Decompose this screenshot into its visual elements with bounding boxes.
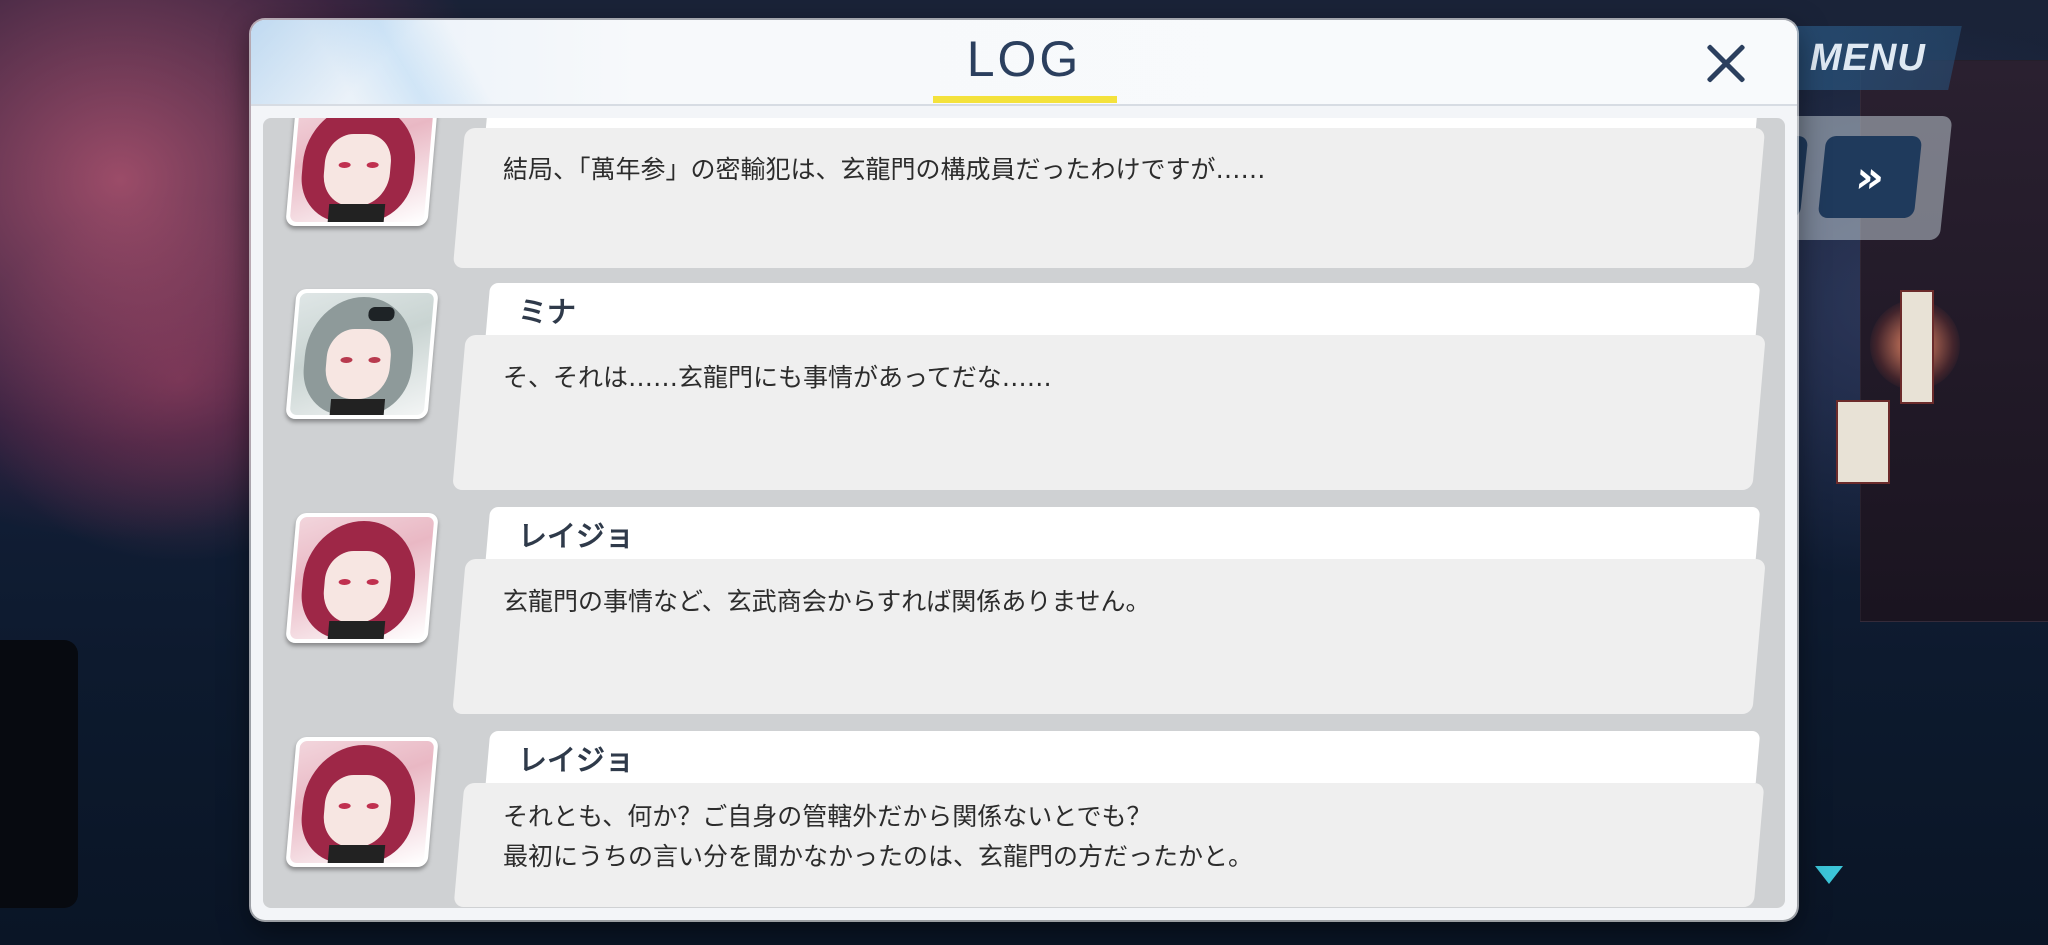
log-entry: レイジョ それとも、何か？ご自身の管轄外だから関係ないとでも？ 最初にうちの言い… — [263, 731, 1785, 908]
character-portrait — [285, 118, 439, 226]
dialogue-line: それとも、何か？ご自身の管轄外だから関係ないとでも？ — [503, 802, 1152, 831]
speaker-name-box — [485, 731, 1761, 783]
mina-portrait-image — [289, 293, 435, 415]
reijo-portrait-image — [289, 517, 435, 639]
speaker-name: レイジョ — [518, 519, 635, 553]
fast-forward-button[interactable]: » — [1817, 136, 1923, 218]
speaker-name: レイジョ — [518, 743, 635, 777]
portrait-collar — [327, 845, 386, 863]
log-dialog: LOG 結局、「萬年参」の密輸犯は、玄龍門の構成員だったわけですが…… ミナ そ… — [251, 20, 1797, 920]
portrait-collar — [327, 621, 386, 639]
log-dialog-header: LOG — [251, 20, 1797, 106]
scroll-down-indicator-icon — [1815, 866, 1843, 884]
background-signboard — [1900, 290, 1934, 404]
dialogue-line: 最初にうちの言い分を聞かなかったのは、玄龍門の方だったかと。 — [503, 842, 1254, 871]
speaker-name-box — [485, 283, 1761, 335]
log-entry: ミナ そ、それは……玄龍門にも事情があってだな…… — [263, 283, 1785, 503]
speaker-name: ミナ — [518, 295, 577, 329]
background-signboard — [1836, 400, 1890, 484]
close-icon[interactable] — [1695, 34, 1755, 94]
menu-button[interactable]: MENU — [1773, 26, 1962, 90]
dialogue-line: 結局、「萬年参」の密輸犯は、玄龍門の構成員だったわけですが…… — [503, 155, 1266, 184]
log-entry: レイジョ 玄龍門の事情など、玄武商会からすれば関係ありません。 — [263, 507, 1785, 727]
log-scroll-area[interactable]: 結局、「萬年参」の密輸犯は、玄龍門の構成員だったわけですが…… ミナ そ、それは… — [263, 118, 1785, 908]
reijo-portrait-image — [289, 118, 435, 222]
portrait-collar — [327, 204, 386, 222]
dialog-title: LOG — [966, 31, 1082, 87]
character-portrait — [285, 513, 439, 643]
dialogue-line: そ、それは……玄龍門にも事情があってだな…… — [503, 363, 1052, 392]
portrait-sunglasses — [367, 307, 396, 321]
character-portrait — [285, 737, 439, 867]
menu-button-label: MENU — [1809, 36, 1926, 79]
portrait-collar — [329, 399, 386, 415]
fast-forward-icon: » — [1853, 151, 1887, 203]
character-portrait — [285, 289, 439, 419]
reijo-portrait-image — [289, 741, 435, 863]
title-underline — [933, 96, 1117, 103]
left-dark-panel — [0, 640, 78, 908]
dialogue-text-box — [452, 128, 1766, 268]
speaker-name-box — [485, 507, 1761, 559]
dialogue-line: 玄龍門の事情など、玄武商会からすれば関係ありません。 — [503, 587, 1151, 616]
log-entry: 結局、「萬年参」の密輸犯は、玄龍門の構成員だったわけですが…… — [263, 118, 1785, 278]
